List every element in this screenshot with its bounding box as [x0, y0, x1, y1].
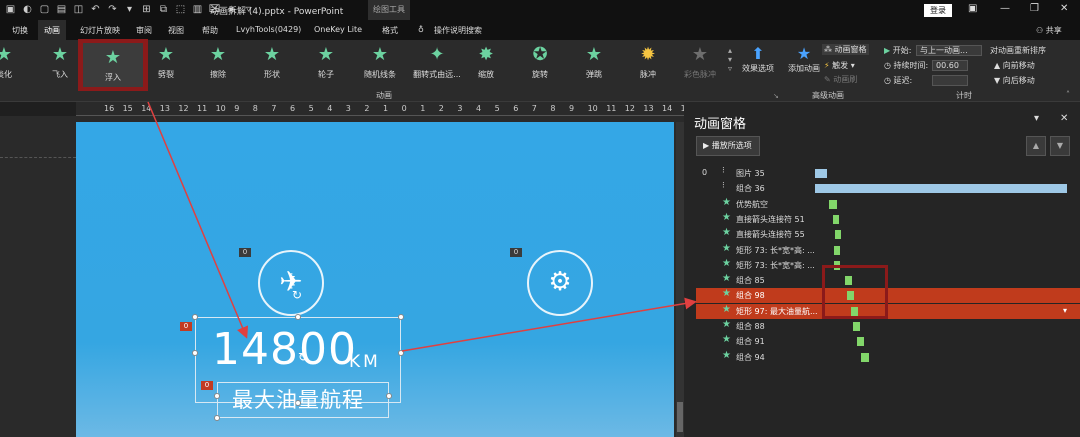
arrow-line	[401, 297, 697, 352]
annotation-arrows	[147, 101, 697, 352]
arrow-line	[147, 101, 249, 339]
